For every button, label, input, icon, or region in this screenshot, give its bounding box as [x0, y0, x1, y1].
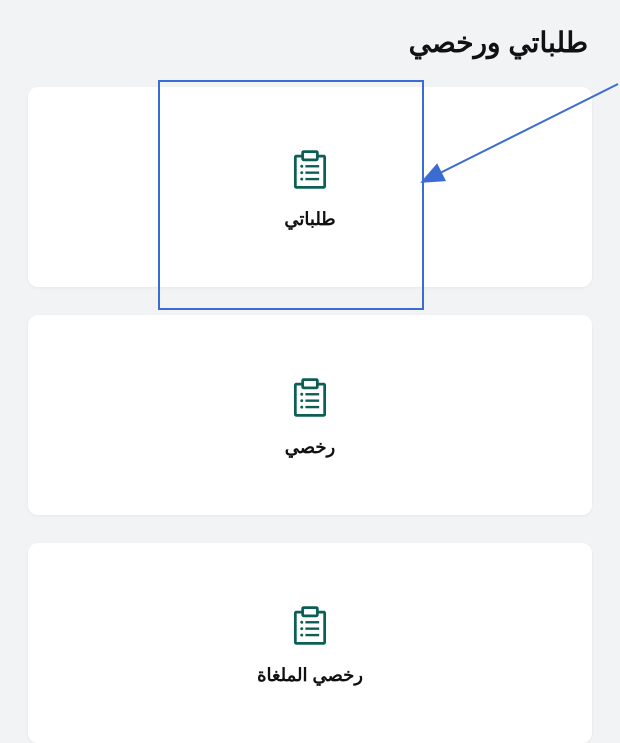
card-label: طلباتي — [284, 209, 335, 230]
clipboard-list-icon — [286, 601, 334, 649]
card-cancelled-licenses[interactable]: رخصي الملغاة — [28, 543, 592, 743]
clipboard-list-icon — [286, 373, 334, 421]
card-my-licenses[interactable]: رخصي — [28, 315, 592, 515]
card-my-requests[interactable]: طلباتي — [28, 87, 592, 287]
cards-list: طلباتي رخصي — [28, 87, 592, 743]
clipboard-list-icon — [286, 145, 334, 193]
card-label: رخصي الملغاة — [257, 665, 363, 686]
card-label: رخصي — [285, 437, 335, 458]
section-title: طلباتي ورخصي — [32, 26, 588, 59]
